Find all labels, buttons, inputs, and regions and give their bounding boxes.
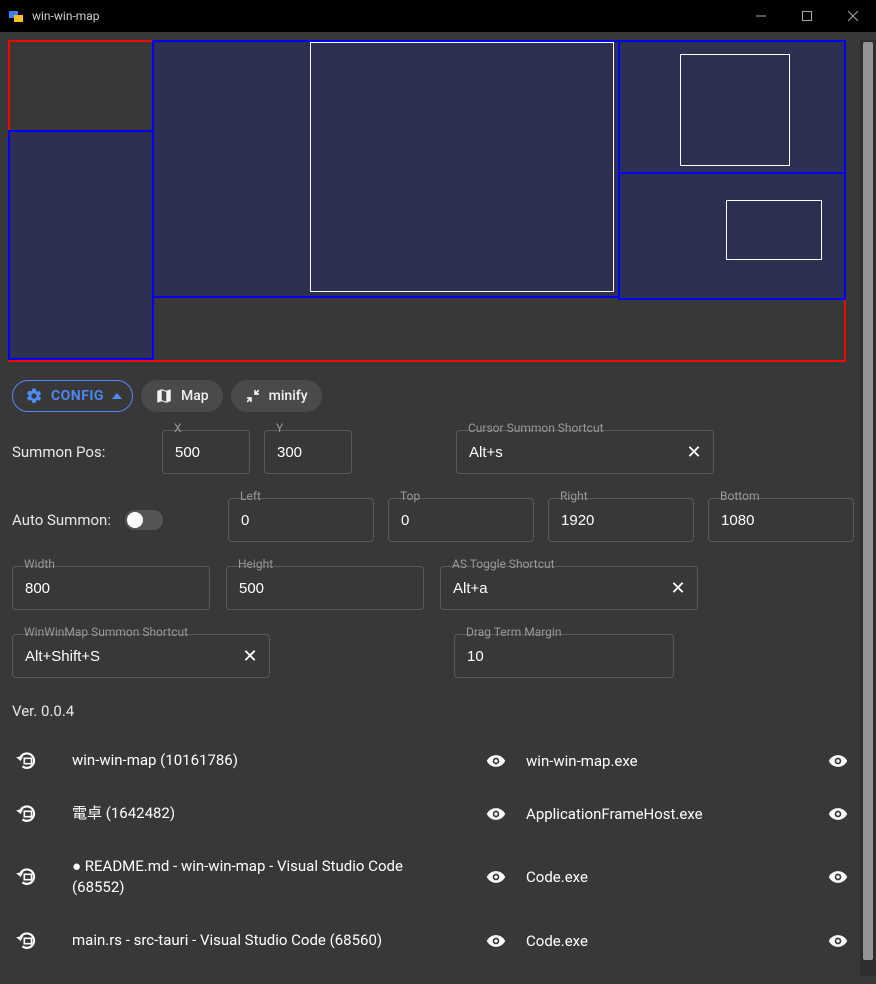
minify-label: minify (269, 388, 308, 404)
window-rect-3[interactable] (726, 200, 822, 260)
map-viewport[interactable] (8, 40, 846, 362)
scrollbar[interactable] (860, 40, 876, 976)
config-form: Summon Pos: X Y Cursor Summon Shortcut (8, 426, 860, 678)
eye-icon (486, 867, 506, 887)
wwm-shortcut-input[interactable] (12, 634, 270, 678)
exe-cell: Code.exe (526, 868, 816, 886)
window-title-cell: ● README.md - win-win-map - Visual Studi… (72, 856, 466, 898)
drag-margin-input[interactable] (454, 634, 674, 678)
height-label: Height (236, 557, 275, 571)
restore-icon[interactable] (12, 932, 72, 950)
left-input[interactable] (228, 498, 374, 542)
auto-summon-toggle[interactable] (125, 510, 163, 530)
visibility-toggle-right[interactable] (816, 867, 856, 887)
width-label: Width (22, 557, 57, 571)
bottom-input[interactable] (708, 498, 854, 542)
eye-icon (486, 804, 506, 824)
eye-icon (828, 931, 848, 951)
map-label: Map (181, 388, 209, 404)
eye-icon (486, 751, 506, 771)
minimize-icon (756, 11, 766, 21)
window-rect-2[interactable] (680, 54, 790, 166)
exe-cell: ApplicationFrameHost.exe (526, 805, 816, 823)
minify-icon (245, 388, 261, 404)
version-label: Ver. 0.0.4 (8, 702, 860, 734)
window-row[interactable]: main.rs - src-tauri - Visual Studio Code… (12, 914, 856, 967)
eye-icon (828, 867, 848, 887)
right-label: Right (558, 489, 590, 503)
as-toggle-label: AS Toggle Shortcut (450, 557, 557, 571)
eye-icon (828, 804, 848, 824)
width-input[interactable] (12, 566, 210, 610)
gear-icon (25, 387, 43, 405)
restore-icon[interactable] (12, 752, 72, 770)
button-bar: CONFIG Map minify (8, 362, 860, 426)
map-icon (155, 387, 173, 405)
eye-icon (828, 751, 848, 771)
app-body: CONFIG Map minify Summon Pos: X (0, 32, 876, 984)
monitor-4[interactable] (618, 172, 846, 300)
minimize-button[interactable] (738, 0, 784, 32)
window-rect-1[interactable] (310, 42, 614, 292)
x-label: X (172, 421, 184, 435)
auto-summon-label: Auto Summon: (12, 511, 111, 529)
close-button[interactable] (830, 0, 876, 32)
x-input[interactable] (162, 430, 250, 474)
summon-pos-label: Summon Pos: (12, 443, 105, 461)
scroll-thumb[interactable] (863, 42, 873, 960)
window-title-cell: 電卓 (1642482) (72, 803, 466, 824)
clear-cursor-shortcut[interactable]: ✕ (682, 440, 706, 464)
visibility-toggle-right[interactable] (816, 804, 856, 824)
clear-as-toggle[interactable]: ✕ (666, 576, 690, 600)
monitor-1[interactable] (8, 130, 154, 360)
switch-knob (127, 512, 143, 528)
y-label: Y (274, 421, 285, 435)
window-row[interactable]: win-win-map (10161786) win-win-map.exe (12, 734, 856, 787)
monitor-2[interactable] (152, 40, 620, 298)
top-input[interactable] (388, 498, 534, 542)
maximize-icon (802, 11, 812, 21)
cursor-shortcut-label: Cursor Summon Shortcut (466, 421, 606, 435)
exe-cell: Code.exe (526, 932, 816, 950)
clear-wwm-shortcut[interactable]: ✕ (238, 644, 262, 668)
config-label: CONFIG (51, 388, 104, 404)
config-button[interactable]: CONFIG (12, 380, 133, 412)
titlebar: win-win-map (0, 0, 876, 32)
monitor-3[interactable] (618, 40, 846, 174)
as-toggle-input[interactable] (440, 566, 698, 610)
visibility-toggle-left[interactable] (466, 751, 526, 771)
height-input[interactable] (226, 566, 424, 610)
window-title-cell: main.rs - src-tauri - Visual Studio Code… (72, 930, 466, 951)
chevron-up-icon (112, 393, 122, 399)
visibility-toggle-right[interactable] (816, 751, 856, 771)
window-row[interactable]: 電卓 (1642482) ApplicationFrameHost.exe (12, 787, 856, 840)
visibility-toggle-left[interactable] (466, 867, 526, 887)
window-row[interactable]: ● README.md - win-win-map - Visual Studi… (12, 840, 856, 914)
bottom-label: Bottom (718, 489, 761, 503)
cursor-shortcut-input[interactable] (456, 430, 714, 474)
visibility-toggle-right[interactable] (816, 931, 856, 951)
maximize-button[interactable] (784, 0, 830, 32)
wwm-shortcut-label: WinWinMap Summon Shortcut (22, 625, 190, 639)
app-icon (8, 8, 24, 24)
minify-button[interactable]: minify (231, 380, 322, 412)
drag-margin-label: Drag Term Margin (464, 625, 563, 639)
map-button[interactable]: Map (141, 380, 223, 412)
left-label: Left (238, 489, 263, 503)
close-icon (848, 11, 858, 21)
exe-cell: win-win-map.exe (526, 752, 816, 770)
y-input[interactable] (264, 430, 352, 474)
window-title-cell: win-win-map (10161786) (72, 750, 466, 771)
top-label: Top (398, 489, 422, 503)
restore-icon[interactable] (12, 868, 72, 886)
window-title: win-win-map (32, 9, 100, 23)
restore-icon[interactable] (12, 805, 72, 823)
visibility-toggle-left[interactable] (466, 804, 526, 824)
visibility-toggle-left[interactable] (466, 931, 526, 951)
window-list: win-win-map (10161786) win-win-map.exe 電… (8, 734, 860, 967)
eye-icon (486, 931, 506, 951)
right-input[interactable] (548, 498, 694, 542)
